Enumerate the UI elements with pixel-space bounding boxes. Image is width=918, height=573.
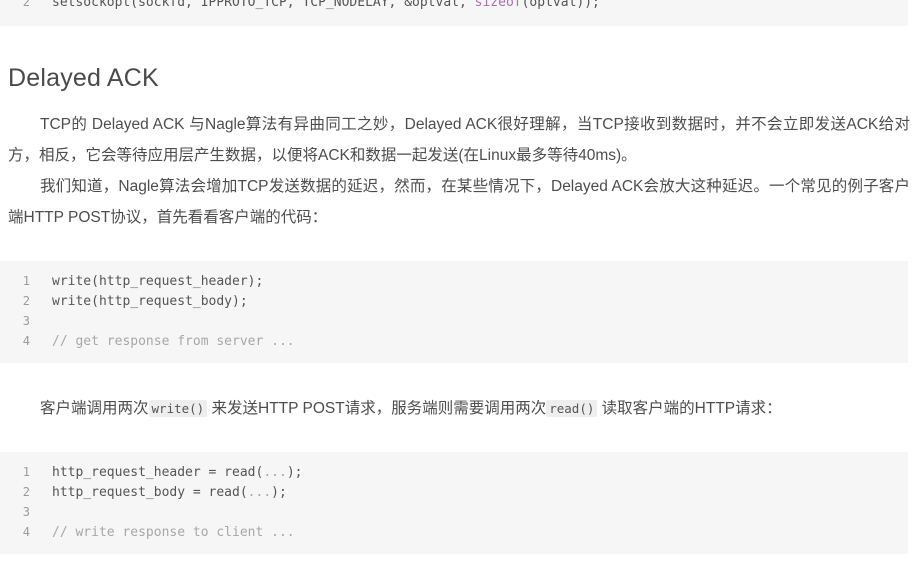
line-number: 2 [22, 0, 30, 9]
line-number: 4 [22, 525, 30, 539]
inline-code-write: write() [148, 400, 208, 417]
code-segment: (optval)); [521, 0, 600, 10]
code-line: 3 [0, 502, 908, 522]
code-segment: ); [271, 485, 287, 500]
line-number: 1 [22, 465, 30, 479]
code-segment-ellipsis: ... [247, 485, 272, 500]
code-segment: http_request_header = read( [52, 465, 264, 480]
code-keyword-sizeof: sizeof [474, 0, 522, 10]
paragraph-nagle-delay: 我们知道，Nagle算法会增加TCP发送数据的延迟，然而，在某些情况下，Dela… [8, 178, 910, 226]
code-line-content: setsockopt(sockfd, IPPROTO_TCP, TCP_NODE… [30, 0, 600, 13]
code-segment: setsockopt(sockfd, IPPROTO_TCP, TCP_NODE… [52, 0, 475, 10]
code-line: 4 // get response from server ... [0, 331, 908, 351]
code-block-server-read: 1 http_request_header = read(...); 2 htt… [0, 452, 908, 554]
section-heading-delayed-ack: Delayed ACK [8, 64, 159, 92]
code-line-content: http_request_body = read(...); [30, 483, 287, 503]
code-block-setsockopt: 2 setsockopt(sockfd, IPPROTO_TCP, TCP_NO… [0, 0, 908, 26]
paragraph-delayed-ack-intro: TCP的 Delayed ACK 与Nagle算法有异曲同工之妙，Delayed… [8, 116, 910, 164]
code-line: 2 write(http_request_body); [0, 291, 908, 311]
code-segment-ellipsis: ... [263, 465, 287, 480]
code-line-content: write(http_request_body); [52, 294, 248, 309]
line-number: 3 [22, 314, 30, 328]
code-line: 1 http_request_header = read(...); [0, 462, 908, 482]
code-line: 3 [0, 311, 908, 331]
code-comment: // write response to client ... [52, 525, 295, 540]
code-segment: ); [286, 465, 303, 480]
paragraph-text-part-1: 客户端调用两次 [40, 400, 149, 417]
code-line: 2 http_request_body = read(...); [0, 482, 908, 502]
code-line: 2 setsockopt(sockfd, IPPROTO_TCP, TCP_NO… [0, 0, 908, 12]
line-number: 3 [22, 505, 30, 519]
code-line: 1 write(http_request_header); [0, 271, 908, 291]
inline-code-read: read() [546, 400, 598, 417]
line-number: 1 [22, 274, 30, 288]
paragraph-text-part-3: 读取客户端的HTTP请求： [597, 400, 782, 417]
line-number: 2 [22, 485, 30, 499]
line-number: 4 [22, 334, 30, 348]
code-line-content: write(http_request_header); [52, 274, 264, 289]
code-segment: http_request_body = read( [52, 485, 248, 500]
code-line: 4 // write response to client ... [0, 522, 908, 542]
line-number: 2 [22, 294, 30, 308]
code-line-content: http_request_header = read(...); [30, 463, 302, 483]
article-page: 2 setsockopt(sockfd, IPPROTO_TCP, TCP_NO… [0, 0, 918, 554]
code-comment: // get response from server ... [52, 334, 295, 349]
paragraph-text-part-2: 来发送HTTP POST请求，服务端则需要调用两次 [207, 400, 547, 417]
paragraph-write-read-explanation: 客户端调用两次 write() 来发送HTTP POST请求，服务端则需要调用两次… [0, 393, 918, 424]
code-block-client-write: 1 write(http_request_header); 2 write(ht… [0, 261, 908, 363]
